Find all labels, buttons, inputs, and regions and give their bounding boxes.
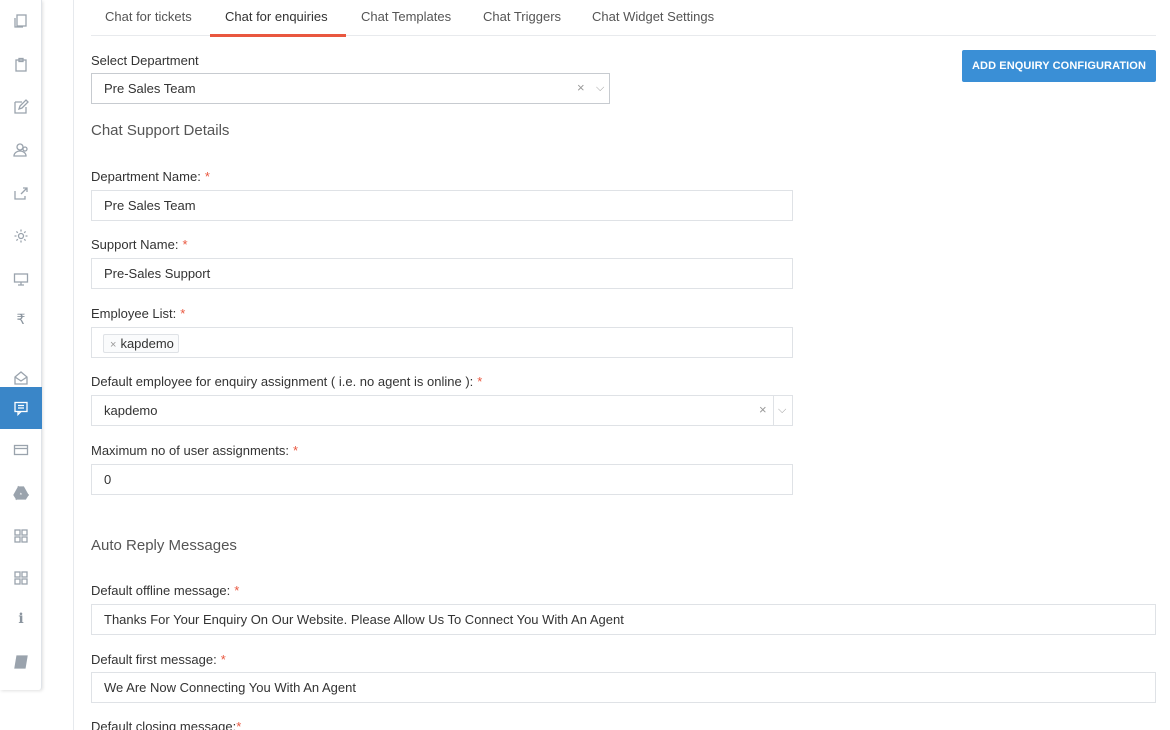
tab-chat-for-enquiries[interactable]: Chat for enquiries (225, 9, 328, 24)
offline-message-field[interactable]: Thanks For Your Enquiry On Our Website. … (91, 604, 1156, 635)
sidebar-item-knowledge[interactable] (0, 641, 42, 683)
required-marker: * (180, 306, 186, 321)
employee-list-field[interactable] (91, 327, 793, 358)
chat-support-details-title: Chat Support Details (91, 122, 230, 139)
tab-bar: Chat for tickets Chat for enquiries Chat… (91, 0, 1156, 36)
support-name-label-text: Support Name: (91, 237, 179, 252)
info-icon: i (18, 611, 24, 627)
sidebar-item-info[interactable]: i (0, 598, 42, 640)
chevron-down-icon[interactable]: ⌵ (596, 82, 604, 95)
clipboard-icon (15, 57, 27, 72)
drive-icon (13, 485, 29, 501)
sidebar-item-drive[interactable] (0, 472, 42, 514)
sidebar-item-edit[interactable] (0, 86, 42, 128)
required-marker: * (236, 719, 242, 730)
sidebar: ₹ i (0, 0, 42, 690)
support-name-value: Pre-Sales Support (104, 266, 211, 281)
users-icon (13, 143, 28, 157)
sidebar-item-apps[interactable] (0, 515, 42, 557)
required-marker: * (477, 374, 483, 389)
select-separator (773, 396, 774, 425)
sidebar-item-share[interactable] (0, 172, 42, 214)
sidebar-item-monitor[interactable] (0, 258, 42, 300)
max-assignments-label-text: Maximum no of user assignments: (91, 443, 289, 458)
department-select[interactable]: Pre Sales Team (91, 73, 610, 104)
max-assignments-label: Maximum no of user assignments: * (91, 443, 298, 458)
department-name-value: Pre Sales Team (104, 198, 196, 213)
inbox-icon (14, 371, 28, 385)
sidebar-item-users[interactable] (0, 129, 42, 171)
copy-icon (14, 14, 27, 28)
active-tab-indicator (210, 34, 346, 37)
max-assignments-value: 0 (104, 472, 112, 487)
support-name-label: Support Name: * (91, 237, 188, 252)
sidebar-item-documents[interactable] (0, 0, 42, 42)
department-select-value: Pre Sales Team (104, 81, 196, 96)
tab-chat-triggers[interactable]: Chat Triggers (483, 9, 561, 24)
auto-reply-messages-title: Auto Reply Messages (91, 537, 237, 554)
default-employee-value: kapdemo (104, 403, 158, 418)
offline-message-label: Default offline message: * (91, 583, 239, 598)
sidebar-item-modules[interactable] (0, 557, 42, 599)
required-marker: * (234, 583, 240, 598)
first-message-field[interactable]: We Are Now Connecting You With An Agent (91, 672, 1156, 703)
clear-icon[interactable]: × (759, 402, 767, 417)
department-name-label: Department Name: * (91, 169, 210, 184)
offline-message-value: Thanks For Your Enquiry On Our Website. … (104, 612, 624, 627)
closing-message-label-text: Default closing message: (91, 719, 237, 730)
default-employee-select[interactable]: kapdemo (91, 395, 793, 426)
employee-tag-label: kapdemo (120, 336, 174, 351)
required-marker: * (220, 652, 226, 667)
employee-tag: × kapdemo (103, 334, 179, 353)
card-icon (13, 444, 29, 456)
content-divider (73, 0, 74, 730)
chat-icon (14, 401, 28, 416)
sidebar-item-payments[interactable] (0, 429, 42, 471)
max-assignments-field[interactable]: 0 (91, 464, 793, 495)
gear-icon (14, 229, 28, 243)
tab-chat-templates[interactable]: Chat Templates (361, 9, 451, 24)
book-icon (14, 655, 28, 669)
grid-icon (14, 571, 28, 585)
required-marker: * (292, 443, 299, 458)
default-employee-label-text: Default employee for enquiry assignment … (91, 374, 474, 389)
required-marker: * (182, 237, 188, 252)
first-message-label-text: Default first message: (91, 652, 217, 667)
clear-icon[interactable]: × (577, 80, 585, 95)
rupee-icon: ₹ (16, 312, 26, 328)
required-marker: * (204, 169, 210, 184)
department-name-field[interactable]: Pre Sales Team (91, 190, 793, 221)
closing-message-label: Default closing message:* (91, 719, 241, 730)
remove-tag-icon[interactable]: × (110, 339, 116, 351)
tab-chat-for-tickets[interactable]: Chat for tickets (105, 9, 192, 24)
first-message-value: We Are Now Connecting You With An Agent (104, 680, 356, 695)
sidebar-item-settings[interactable] (0, 215, 42, 257)
sidebar-item-billing[interactable]: ₹ (0, 299, 42, 341)
support-name-field[interactable]: Pre-Sales Support (91, 258, 793, 289)
offline-message-label-text: Default offline message: (91, 583, 231, 598)
edit-icon (14, 99, 29, 114)
employee-list-label-text: Employee List: (91, 306, 177, 321)
default-employee-label: Default employee for enquiry assignment … (91, 374, 482, 389)
monitor-icon (13, 273, 29, 286)
sidebar-item-tasks[interactable] (0, 44, 42, 86)
first-message-label: Default first message: * (91, 652, 226, 667)
add-enquiry-configuration-button[interactable]: ADD ENQUIRY CONFIGURATION (962, 50, 1156, 82)
chevron-down-icon[interactable]: ⌵ (778, 404, 786, 417)
select-department-label: Select Department (91, 53, 199, 68)
sidebar-item-chat[interactable] (0, 387, 42, 429)
employee-list-label: Employee List: * (91, 306, 185, 321)
tab-chat-widget-settings[interactable]: Chat Widget Settings (592, 9, 714, 24)
share-icon (14, 187, 28, 200)
grid-icon (14, 529, 28, 543)
department-name-label-text: Department Name: (91, 169, 201, 184)
